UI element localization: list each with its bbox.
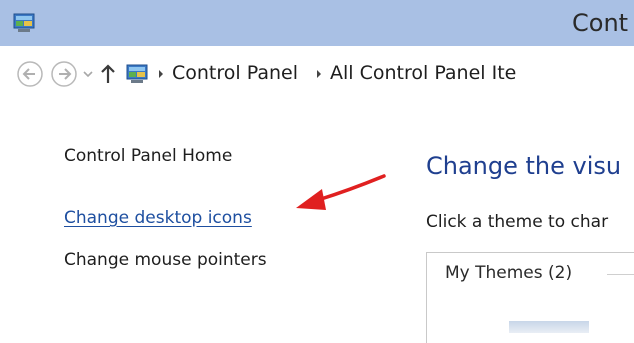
back-arrow-icon[interactable] xyxy=(16,60,44,88)
sidebar-item-change-mouse-pointers[interactable]: Change mouse pointers xyxy=(64,250,267,270)
breadcrumb-all-control-panel-items[interactable]: All Control Panel Ite xyxy=(330,62,516,84)
page-description: Click a theme to char xyxy=(426,212,609,232)
title-bar: Cont xyxy=(0,0,634,46)
window-title: Cont xyxy=(572,9,629,37)
forward-arrow-icon[interactable] xyxy=(50,60,78,88)
chevron-down-icon[interactable] xyxy=(82,68,94,80)
breadcrumb-separator-icon[interactable] xyxy=(156,66,166,80)
sidebar-item-control-panel-home[interactable]: Control Panel Home xyxy=(64,146,232,166)
address-bar: Control Panel All Control Panel Ite xyxy=(0,46,634,106)
sidebar-item-change-desktop-icons[interactable]: Change desktop icons xyxy=(64,208,252,228)
my-themes-group-label: My Themes (2) xyxy=(445,263,573,283)
control-panel-icon[interactable] xyxy=(12,11,38,35)
group-divider xyxy=(607,274,634,275)
page-heading: Change the visu xyxy=(426,152,622,180)
control-panel-icon xyxy=(124,61,152,87)
breadcrumb-separator-icon[interactable] xyxy=(314,66,324,80)
theme-thumbnail[interactable] xyxy=(509,321,589,333)
themes-panel: My Themes (2) xyxy=(426,252,634,343)
up-arrow-icon[interactable] xyxy=(96,60,120,88)
breadcrumb-control-panel[interactable]: Control Panel xyxy=(172,62,298,84)
